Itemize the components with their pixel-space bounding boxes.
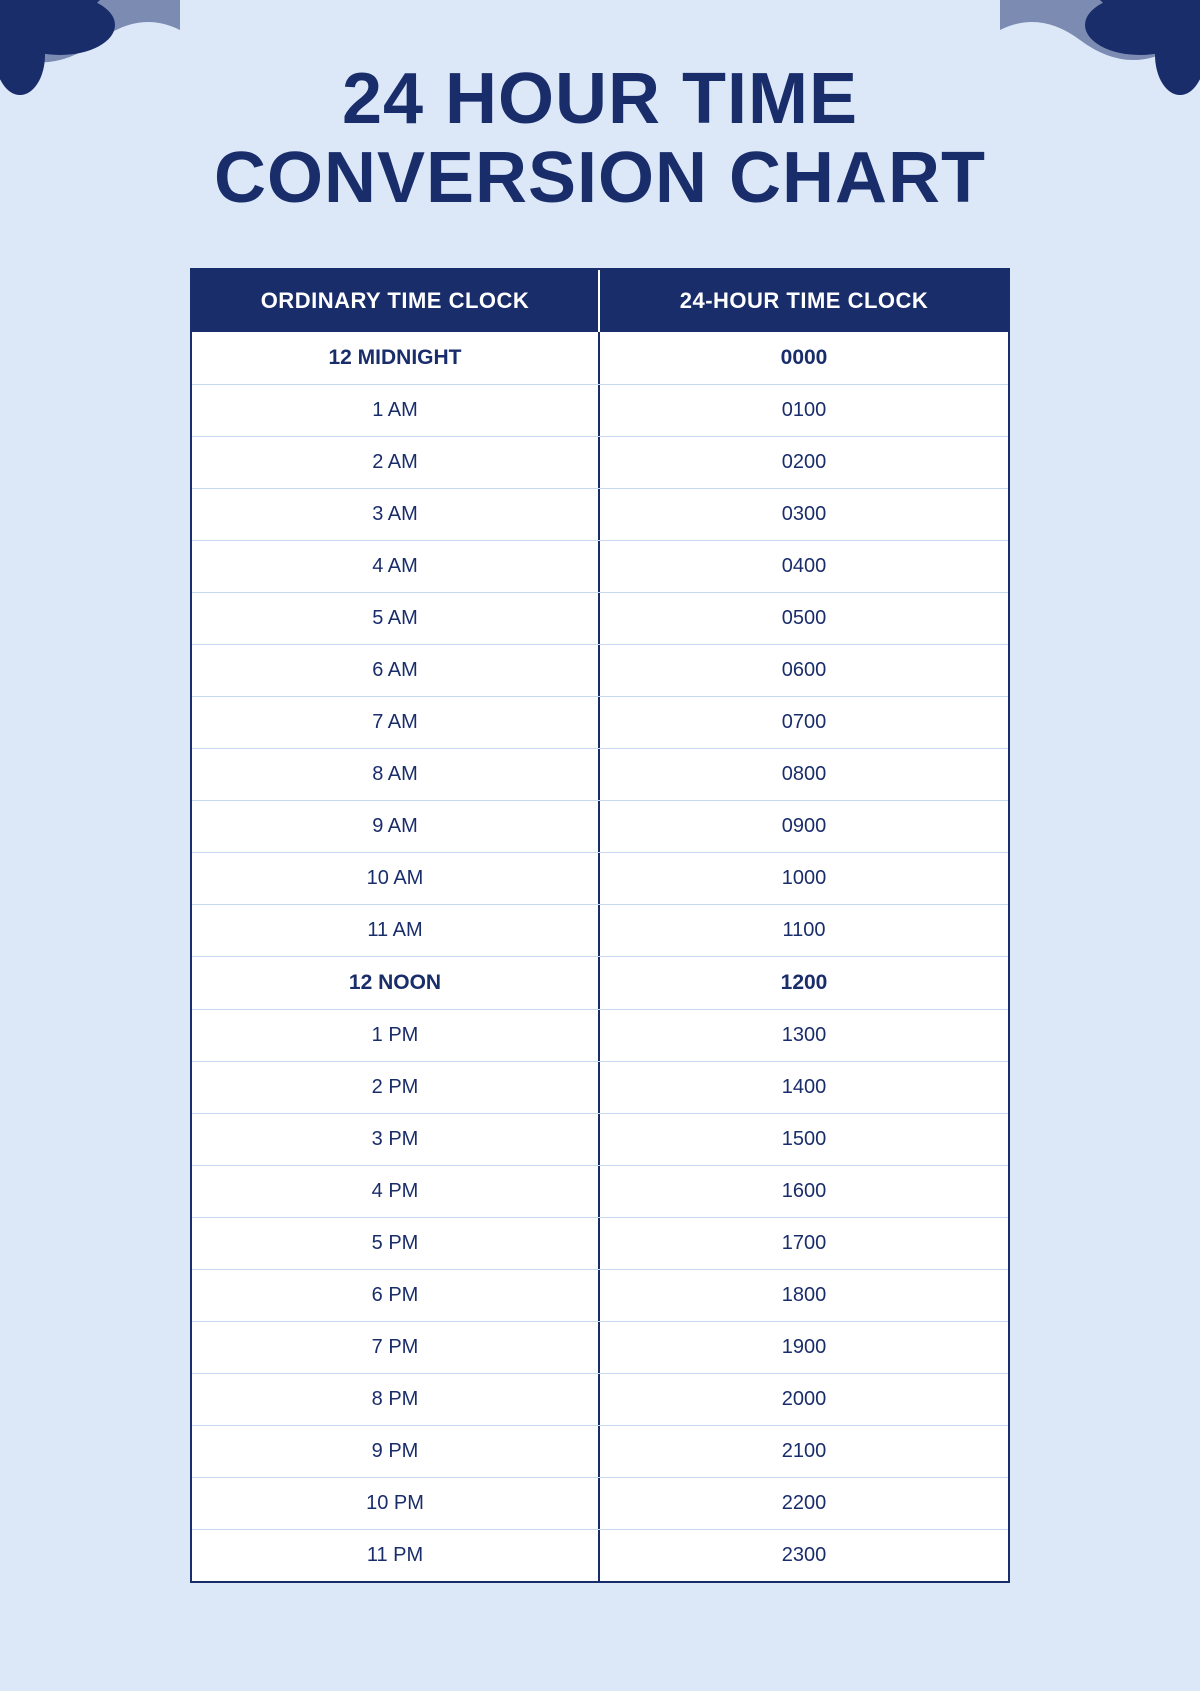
table-row: 4 AM0400 bbox=[192, 541, 1008, 593]
cell-military: 1500 bbox=[600, 1114, 1008, 1165]
cell-military: 1700 bbox=[600, 1218, 1008, 1269]
table-row: 5 PM1700 bbox=[192, 1218, 1008, 1270]
table-row: 12 MIDNIGHT0000 bbox=[192, 332, 1008, 385]
cell-military: 0900 bbox=[600, 801, 1008, 852]
header-ordinary: ORDINARY TIME CLOCK bbox=[192, 270, 600, 332]
table-row: 10 AM1000 bbox=[192, 853, 1008, 905]
cell-military: 2000 bbox=[600, 1374, 1008, 1425]
cell-military: 1200 bbox=[600, 957, 1008, 1009]
table-row: 1 AM0100 bbox=[192, 385, 1008, 437]
cell-military: 1300 bbox=[600, 1010, 1008, 1061]
cell-military: 0400 bbox=[600, 541, 1008, 592]
table-row: 12 NOON1200 bbox=[192, 957, 1008, 1010]
table-header: ORDINARY TIME CLOCK 24-HOUR TIME CLOCK bbox=[192, 270, 1008, 332]
cell-ordinary: 8 AM bbox=[192, 749, 600, 800]
table-row: 3 PM1500 bbox=[192, 1114, 1008, 1166]
cell-ordinary: 6 AM bbox=[192, 645, 600, 696]
conversion-table: ORDINARY TIME CLOCK 24-HOUR TIME CLOCK 1… bbox=[190, 268, 1010, 1583]
page-container: 24 HOUR TIME CONVERSION CHART ORDINARY T… bbox=[0, 0, 1200, 1691]
cell-military: 0200 bbox=[600, 437, 1008, 488]
cell-ordinary: 5 AM bbox=[192, 593, 600, 644]
cell-military: 2300 bbox=[600, 1530, 1008, 1581]
cell-ordinary: 2 AM bbox=[192, 437, 600, 488]
table-row: 7 PM1900 bbox=[192, 1322, 1008, 1374]
cell-military: 0800 bbox=[600, 749, 1008, 800]
cell-military: 2100 bbox=[600, 1426, 1008, 1477]
cell-ordinary: 1 AM bbox=[192, 385, 600, 436]
table-row: 3 AM0300 bbox=[192, 489, 1008, 541]
table-row: 8 AM0800 bbox=[192, 749, 1008, 801]
cell-ordinary: 2 PM bbox=[192, 1062, 600, 1113]
cell-military: 1400 bbox=[600, 1062, 1008, 1113]
cell-ordinary: 4 AM bbox=[192, 541, 600, 592]
cell-ordinary: 12 MIDNIGHT bbox=[192, 332, 600, 384]
cell-military: 0600 bbox=[600, 645, 1008, 696]
table-row: 2 AM0200 bbox=[192, 437, 1008, 489]
cell-ordinary: 11 AM bbox=[192, 905, 600, 956]
cell-ordinary: 6 PM bbox=[192, 1270, 600, 1321]
table-row: 9 AM0900 bbox=[192, 801, 1008, 853]
table-row: 7 AM0700 bbox=[192, 697, 1008, 749]
table-row: 2 PM1400 bbox=[192, 1062, 1008, 1114]
cell-military: 1600 bbox=[600, 1166, 1008, 1217]
cell-military: 0000 bbox=[600, 332, 1008, 384]
cell-ordinary: 12 NOON bbox=[192, 957, 600, 1009]
cell-military: 1000 bbox=[600, 853, 1008, 904]
cell-ordinary: 7 AM bbox=[192, 697, 600, 748]
cell-military: 1100 bbox=[600, 905, 1008, 956]
table-row: 11 PM2300 bbox=[192, 1530, 1008, 1581]
cell-military: 0100 bbox=[600, 385, 1008, 436]
cell-military: 0300 bbox=[600, 489, 1008, 540]
cell-ordinary: 11 PM bbox=[192, 1530, 600, 1581]
table-row: 11 AM1100 bbox=[192, 905, 1008, 957]
table-row: 5 AM0500 bbox=[192, 593, 1008, 645]
page-title: 24 HOUR TIME CONVERSION CHART bbox=[134, 60, 1066, 218]
cell-military: 0700 bbox=[600, 697, 1008, 748]
header-military: 24-HOUR TIME CLOCK bbox=[600, 270, 1008, 332]
cell-military: 2200 bbox=[600, 1478, 1008, 1529]
cell-ordinary: 10 AM bbox=[192, 853, 600, 904]
table-row: 9 PM2100 bbox=[192, 1426, 1008, 1478]
cell-ordinary: 5 PM bbox=[192, 1218, 600, 1269]
table-row: 6 PM1800 bbox=[192, 1270, 1008, 1322]
cell-ordinary: 8 PM bbox=[192, 1374, 600, 1425]
cell-military: 1800 bbox=[600, 1270, 1008, 1321]
table-body: 12 MIDNIGHT00001 AM01002 AM02003 AM03004… bbox=[192, 332, 1008, 1581]
cell-ordinary: 9 AM bbox=[192, 801, 600, 852]
table-row: 10 PM2200 bbox=[192, 1478, 1008, 1530]
cell-ordinary: 7 PM bbox=[192, 1322, 600, 1373]
cell-ordinary: 3 PM bbox=[192, 1114, 600, 1165]
cell-ordinary: 3 AM bbox=[192, 489, 600, 540]
cell-ordinary: 10 PM bbox=[192, 1478, 600, 1529]
cell-ordinary: 9 PM bbox=[192, 1426, 600, 1477]
cell-ordinary: 4 PM bbox=[192, 1166, 600, 1217]
cell-ordinary: 1 PM bbox=[192, 1010, 600, 1061]
table-row: 8 PM2000 bbox=[192, 1374, 1008, 1426]
table-row: 4 PM1600 bbox=[192, 1166, 1008, 1218]
table-row: 6 AM0600 bbox=[192, 645, 1008, 697]
cell-military: 0500 bbox=[600, 593, 1008, 644]
cell-military: 1900 bbox=[600, 1322, 1008, 1373]
table-row: 1 PM1300 bbox=[192, 1010, 1008, 1062]
